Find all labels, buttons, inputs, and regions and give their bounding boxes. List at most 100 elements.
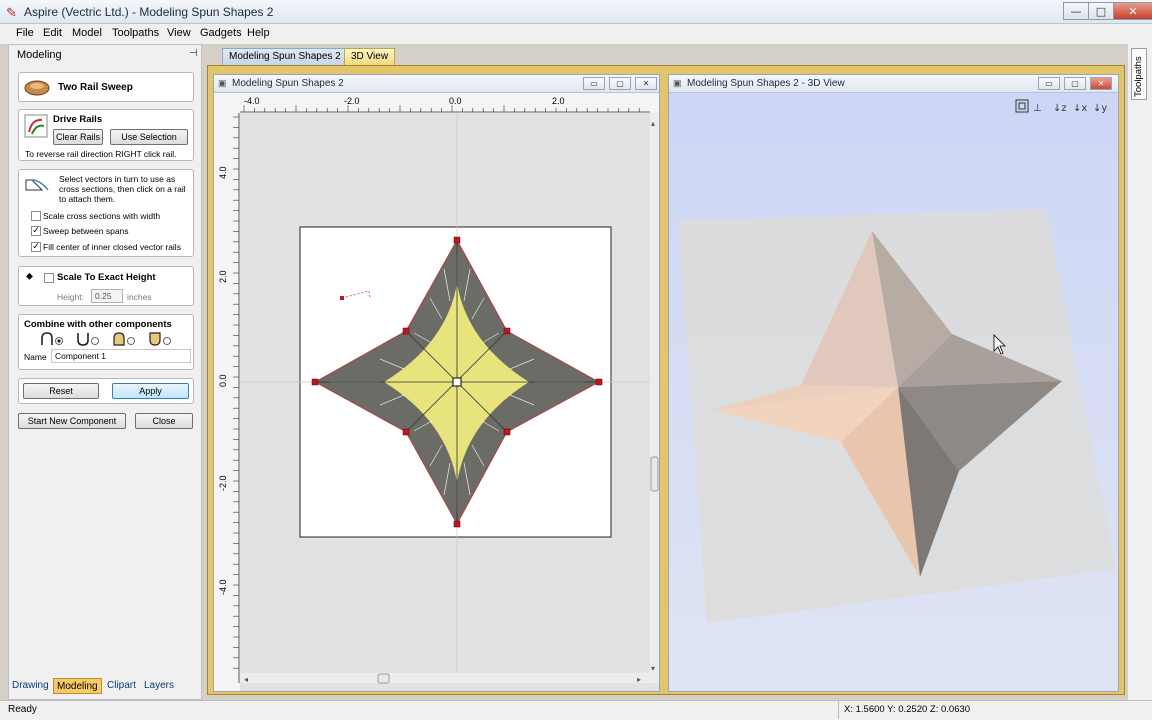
sweep-between-spans-label: Sweep between spans xyxy=(43,226,129,236)
vertical-ruler xyxy=(214,93,240,691)
view-3d-restore-button[interactable]: ▢ xyxy=(1064,77,1086,90)
view-2d-canvas[interactable]: -4.0 -2.0 0.0 2.0 4.0 2.0 0.0 -2.0 -4.0 xyxy=(214,93,659,691)
scale-cross-sections-checkbox[interactable] xyxy=(31,211,41,221)
menu-edit[interactable]: Edit xyxy=(43,27,62,39)
right-side-strip: Toolpaths xyxy=(1128,44,1152,700)
height-unit: inches xyxy=(127,292,152,302)
close-panel-button[interactable]: Close xyxy=(135,413,193,429)
tab-layers[interactable]: Layers xyxy=(141,678,177,694)
view-3d-titlebar: ▣ Modeling Spun Shapes 2 - 3D View ▭ ▢ ✕ xyxy=(669,75,1118,93)
view-2d-titlebar: ▣ Modeling Spun Shapes 2 ▭ ▢ ✕ xyxy=(214,75,659,93)
view-x-icon: ↓x xyxy=(1073,103,1087,114)
tool-header: Two Rail Sweep xyxy=(18,72,194,102)
status-divider xyxy=(838,701,839,719)
menu-view[interactable]: View xyxy=(167,27,191,39)
ruler-v-label: -2.0 xyxy=(218,475,228,491)
menu-toolpaths[interactable]: Toolpaths xyxy=(112,27,159,39)
menu-gadgets[interactable]: Gadgets xyxy=(200,27,242,39)
tab-modeling[interactable]: Modeling xyxy=(53,678,102,694)
scroll-left-icon: ◂ xyxy=(244,675,248,684)
close-button[interactable]: ✕ xyxy=(1113,2,1152,20)
view-3d-title: Modeling Spun Shapes 2 - 3D View xyxy=(687,78,845,89)
toolpaths-side-tab-label: Toolpaths xyxy=(1133,56,1144,97)
combine-heading: Combine with other components xyxy=(24,319,172,330)
clear-rails-button[interactable]: Clear Rails xyxy=(53,129,103,145)
ruler-v-label: 0.0 xyxy=(218,374,228,387)
view-2d-vscroll-thumb xyxy=(650,456,659,492)
window-title: Aspire (Vectric Ltd.) - Modeling Spun Sh… xyxy=(24,5,274,19)
drive-rails-box: Drive Rails Clear Rails Use Selection To… xyxy=(18,109,194,161)
ruler-h-label: 2.0 xyxy=(552,96,565,106)
component-name-label: Name xyxy=(24,352,47,362)
window-controls: — □ ✕ xyxy=(1063,2,1152,20)
view-3d-close-button[interactable]: ✕ xyxy=(1090,77,1112,90)
start-new-component-button[interactable]: Start New Component xyxy=(18,413,126,429)
combine-box: Combine with other components Name Compo… xyxy=(18,314,194,370)
view-3d-canvas[interactable]: ⊥ ↓z ↓x ↓y xyxy=(669,93,1118,691)
fill-center-label: Fill center of inner closed vector rails xyxy=(43,242,181,252)
cross-section-instruction-1: Select vectors in turn to use as xyxy=(59,174,176,184)
ruler-h-label: -4.0 xyxy=(244,96,260,106)
view-2d-close-button[interactable]: ✕ xyxy=(635,77,657,90)
tab-3d-view[interactable]: 3D View xyxy=(344,48,396,65)
drive-rails-heading: Drive Rails xyxy=(53,114,103,125)
pin-icon[interactable]: ⊣ xyxy=(189,48,198,59)
sweep-between-spans-checkbox[interactable]: ✓ xyxy=(31,226,41,236)
view-2d-hscroll-thumb xyxy=(377,673,390,684)
tab-clipart[interactable]: Clipart xyxy=(104,678,139,694)
maximize-button[interactable]: □ xyxy=(1088,2,1114,20)
tab-drawing[interactable]: Drawing xyxy=(9,678,52,694)
view-3d-icon: ▣ xyxy=(673,78,682,88)
use-selection-button[interactable]: Use Selection xyxy=(110,129,188,145)
view-2d-icon: ▣ xyxy=(218,78,227,88)
status-text: Ready xyxy=(8,704,37,715)
tab-2d-view[interactable]: Modeling Spun Shapes 2 xyxy=(222,48,348,65)
minimize-button[interactable]: — xyxy=(1063,2,1089,20)
menu-help[interactable]: Help xyxy=(247,27,270,39)
ruler-v-label: 2.0 xyxy=(218,270,228,283)
view-top-z-icon: ↓z xyxy=(1053,103,1067,114)
ruler-h-label: -2.0 xyxy=(344,96,360,106)
toolpaths-side-tab[interactable]: Toolpaths xyxy=(1131,48,1147,100)
reset-button[interactable]: Reset xyxy=(23,383,99,399)
action-box: Reset Apply xyxy=(18,378,194,404)
scroll-right-icon: ▸ xyxy=(637,675,641,684)
apply-button[interactable]: Apply xyxy=(112,383,189,399)
reverse-rail-hint: To reverse rail direction RIGHT click ra… xyxy=(25,149,177,159)
view-2d-minimize-button[interactable]: ▭ xyxy=(583,77,605,90)
status-bar: Ready X: 1.5600 Y: 0.2520 Z: 0.0630 xyxy=(0,700,1152,720)
fill-center-checkbox[interactable]: ✓ xyxy=(31,242,41,252)
scroll-down-icon: ▾ xyxy=(651,664,655,673)
panel-title: Modeling xyxy=(17,49,62,61)
cross-sections-box: Select vectors in turn to use as cross s… xyxy=(18,169,194,257)
view-2d-restore-button[interactable]: ▢ xyxy=(609,77,631,90)
cross-section-node xyxy=(340,296,344,300)
scale-height-box: ⬥ Scale To Exact Height Height: 0.25 inc… xyxy=(18,266,194,306)
scale-exact-height-checkbox[interactable] xyxy=(44,273,54,283)
view-3d-minimize-button[interactable]: ▭ xyxy=(1038,77,1060,90)
scale-exact-height-label: Scale To Exact Height xyxy=(57,272,156,283)
scale-height-icon: ⬥ xyxy=(26,271,33,282)
view-3d-window: ▣ Modeling Spun Shapes 2 - 3D View ▭ ▢ ✕… xyxy=(668,74,1119,692)
ruler-h-label: 0.0 xyxy=(449,96,462,106)
drive-rails-icon xyxy=(24,114,48,138)
view-2d-vscrollbar xyxy=(650,113,659,683)
component-name-input[interactable]: Component 1 xyxy=(51,349,191,363)
combine-mode-options xyxy=(41,332,171,346)
aspire-app-icon: ✎ xyxy=(6,5,17,20)
two-rail-sweep-icon xyxy=(24,80,50,96)
cross-section-instruction-3: to attach them. xyxy=(59,194,116,204)
cursor-coordinates: X: 1.5600 Y: 0.2520 Z: 0.0630 xyxy=(844,704,971,715)
height-label: Height: xyxy=(57,292,84,302)
height-input[interactable]: 0.25 xyxy=(91,289,123,303)
cross-section-instruction-2: cross sections, then click on a rail xyxy=(59,184,186,194)
menu-model[interactable]: Model xyxy=(72,27,102,39)
view-iso-icon: ⊥ xyxy=(1033,103,1042,114)
document-tabs: Modeling Spun Shapes 2 3D View xyxy=(210,46,1140,66)
horizontal-ruler xyxy=(214,93,659,113)
view-2d-hscrollbar xyxy=(240,673,650,683)
menu-bar: File Edit Model Toolpaths View Gadgets H… xyxy=(0,24,1152,44)
ruler-v-label: 4.0 xyxy=(218,166,228,179)
menu-file[interactable]: File xyxy=(16,27,34,39)
view-2d-title: Modeling Spun Shapes 2 xyxy=(232,78,344,89)
